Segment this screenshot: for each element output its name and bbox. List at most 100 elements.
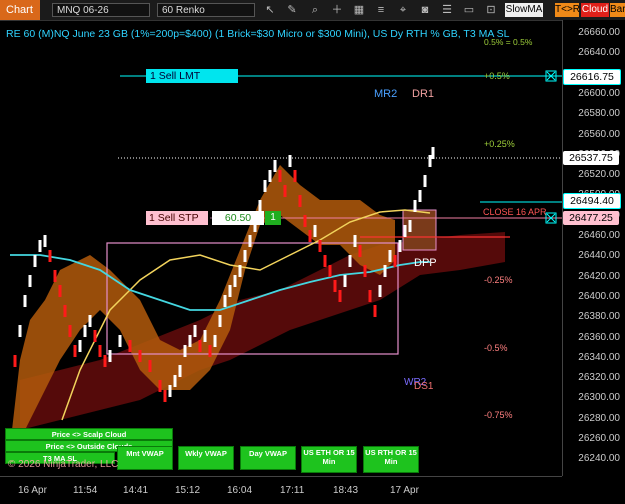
window-icon[interactable]: ▭ <box>462 3 476 17</box>
pencil-icon[interactable]: ✎ <box>285 3 299 17</box>
instrument-selector[interactable]: MNQ 06-26 <box>52 3 150 17</box>
pct-minus-075-label: -0.75% <box>484 410 513 420</box>
renko-brick <box>108 350 112 362</box>
pct-plus-050-label: +0.5% <box>484 71 510 81</box>
last-price-tag: 26537.75 <box>563 151 619 165</box>
price-tick: 26260.00 <box>578 433 620 444</box>
renko-brick <box>138 350 142 362</box>
chart-canvas[interactable] <box>0 20 562 476</box>
pct-minus-05-label: -0.5% <box>484 343 508 353</box>
chart-toolbar: Chart MNQ 06-26 60 Renko ↖ ✎ ⌕ ＋ ▦ ≡ ⌖ ◙… <box>0 0 625 21</box>
wkly-vwap-button[interactable]: Wkly VWAP <box>178 446 234 470</box>
sell-lmt-price-tag: 26616.75 <box>563 69 621 85</box>
stp-value[interactable]: 60.50 <box>212 211 264 225</box>
timeframe-selector[interactable]: 60 Renko <box>157 3 255 17</box>
renko-brick <box>318 240 322 252</box>
time-label: 18:43 <box>333 485 359 496</box>
renko-brick <box>193 325 197 337</box>
renko-brick <box>38 240 42 252</box>
renko-brick <box>68 325 72 337</box>
chart-tab[interactable]: Chart <box>0 0 40 20</box>
renko-brick <box>28 275 32 287</box>
renko-brick <box>343 275 347 287</box>
renko-brick <box>403 225 407 237</box>
sell-lmt-order[interactable]: 1 Sell LMT <box>146 69 238 83</box>
day-vwap-button[interactable]: Day VWAP <box>240 446 296 470</box>
renko-brick <box>413 200 417 212</box>
price-tick: 26280.00 <box>578 412 620 424</box>
time-label: 14:41 <box>123 485 149 496</box>
renko-brick <box>223 295 227 307</box>
renko-brick <box>18 325 22 337</box>
renko-brick <box>303 215 307 227</box>
cloud-toggle-button[interactable]: Cloud <box>581 3 609 17</box>
us-eth-or-button[interactable]: US ETH OR 15 Min <box>301 446 357 473</box>
camera-icon[interactable]: ◙ <box>418 3 432 17</box>
time-axis[interactable]: 16 Apr 11:54 14:41 15:12 16:04 17:11 18:… <box>0 476 562 504</box>
plus-icon[interactable]: ＋ <box>330 3 344 17</box>
bar-toggle-button[interactable]: Bar <box>610 3 625 17</box>
time-label: 16:04 <box>227 485 253 496</box>
bid-price-tag: 26494.40 <box>563 193 621 209</box>
dpp-label: DPP <box>414 257 437 269</box>
pct-plus-025-label: +0.25% <box>484 139 515 149</box>
renko-brick <box>198 340 202 352</box>
us-rth-or-button[interactable]: US RTH OR 15 Min <box>363 446 419 473</box>
renko-brick <box>88 315 92 327</box>
renko-brick <box>333 280 337 292</box>
renko-brick <box>268 170 272 182</box>
price-tick: 26420.00 <box>578 270 620 282</box>
lock-icon[interactable]: ⊡ <box>484 3 498 17</box>
renko-brick <box>273 160 277 172</box>
price-tick: 26240.00 <box>578 453 620 465</box>
renko-brick <box>48 250 52 262</box>
price-tick: 26300.00 <box>578 392 620 404</box>
renko-brick <box>338 290 342 302</box>
renko-brick <box>263 180 267 192</box>
renko-brick <box>383 265 387 277</box>
lines-icon[interactable]: ≡ <box>374 3 388 17</box>
renko-brick <box>178 365 182 377</box>
price-tick: 26600.00 <box>578 87 620 99</box>
renko-brick <box>418 190 422 202</box>
renko-brick <box>298 195 302 207</box>
renko-brick <box>63 305 67 317</box>
price-axis[interactable]: 26660.0026640.0026620.0026600.0026580.00… <box>562 20 625 476</box>
mnt-vwap-button[interactable]: Mnt VWAP <box>117 446 173 470</box>
search-icon[interactable]: ⌕ <box>308 3 322 17</box>
stp-quantity[interactable]: 1 <box>265 211 281 225</box>
renko-brick <box>308 230 312 242</box>
renko-brick <box>328 265 332 277</box>
renko-brick <box>378 285 382 297</box>
ds1-label: DS1 <box>414 381 434 392</box>
renko-brick <box>398 240 402 252</box>
renko-brick <box>243 250 247 262</box>
renko-brick <box>53 270 57 282</box>
renko-brick <box>103 355 107 367</box>
list-icon[interactable]: ☰ <box>440 3 454 17</box>
renko-brick <box>118 335 122 347</box>
renko-brick <box>158 380 162 392</box>
tr-toggle-button[interactable]: T<>R <box>555 3 580 17</box>
renko-brick <box>431 147 435 159</box>
renko-brick <box>233 275 237 287</box>
renko-brick <box>373 305 377 317</box>
renko-brick <box>218 315 222 327</box>
price-tick: 26440.00 <box>578 250 620 262</box>
price-scalp-cloud-button[interactable]: Price <> Scalp Cloud <box>5 428 173 440</box>
cursor-icon[interactable]: ↖ <box>263 3 277 17</box>
renko-brick <box>13 355 17 367</box>
renko-brick <box>248 235 252 247</box>
renko-brick <box>213 335 217 347</box>
crosshair-icon[interactable]: ⌖ <box>396 3 410 17</box>
renko-brick <box>43 235 47 247</box>
renko-brick <box>128 340 132 352</box>
time-label: 11:54 <box>73 485 98 496</box>
sell-stp-order[interactable]: 1 Sell STP <box>146 211 208 225</box>
indicator-button[interactable]: SlowMA <box>505 3 543 17</box>
copyright-text: © 2026 NinjaTrader, LLC <box>8 459 119 470</box>
time-label: 17 Apr <box>390 485 419 496</box>
grid-icon[interactable]: ▦ <box>352 3 366 17</box>
renko-brick <box>388 250 392 262</box>
renko-brick <box>58 285 62 297</box>
